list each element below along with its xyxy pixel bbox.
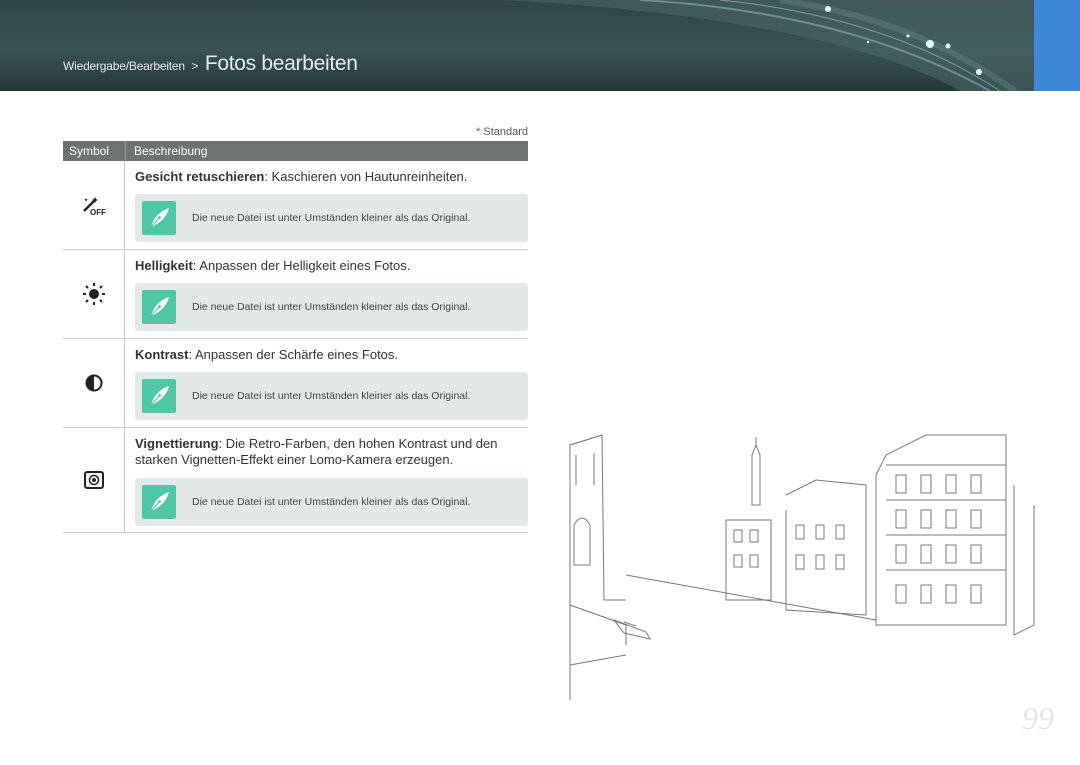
symbol-table: Symbol Beschreibung OFF Gesicht retuschi… [63, 141, 528, 533]
note-text: Die neue Datei ist unter Umständen klein… [192, 496, 471, 508]
note-box: Die neue Datei ist unter Umständen klein… [135, 194, 528, 242]
vignetting-icon [83, 471, 104, 489]
decorative-swoosh [500, 0, 1034, 91]
symbol-cell [63, 250, 125, 338]
page-number: 99 [1022, 700, 1054, 736]
row-description: Helligkeit: Anpassen der Helligkeit eine… [135, 258, 411, 273]
row-description: Kontrast: Anpassen der Schärfe eines Fot… [135, 347, 399, 362]
table-row: Helligkeit: Anpassen der Helligkeit eine… [63, 250, 528, 339]
header-banner: Wiedergabe/Bearbeiten > Fotos bearbeiten [0, 0, 1034, 91]
svg-text:OFF: OFF [90, 208, 106, 216]
breadcrumb-separator: > [191, 59, 199, 73]
accent-tab [1034, 0, 1080, 91]
note-text: Die neue Datei ist unter Umständen klein… [192, 212, 471, 224]
row-description: Gesicht retuschieren: Kaschieren von Hau… [135, 169, 468, 184]
note-pen-icon [142, 379, 176, 413]
note-box: Die neue Datei ist unter Umständen klein… [135, 283, 528, 331]
symbol-cell [63, 339, 125, 427]
symbol-cell: OFF [63, 161, 125, 249]
note-pen-icon [142, 201, 176, 235]
column-header-symbol: Symbol [69, 144, 110, 158]
city-canal-illustration [569, 434, 1035, 700]
table-row: OFF Gesicht retuschieren: Kaschieren von… [63, 161, 528, 250]
note-box: Die neue Datei ist unter Umständen klein… [135, 478, 528, 526]
face-retouch-off-icon: OFF [82, 197, 106, 216]
note-pen-icon [142, 485, 176, 519]
breadcrumb: Wiedergabe/Bearbeiten > Fotos bearbeiten [63, 52, 358, 76]
column-divider [125, 141, 126, 161]
page-title: Fotos bearbeiten [204, 52, 358, 75]
table-header: Symbol Beschreibung [63, 141, 528, 161]
column-header-description: Beschreibung [134, 144, 208, 158]
table-row: Kontrast: Anpassen der Schärfe eines Fot… [63, 339, 528, 428]
standard-note: * Standard [476, 126, 528, 138]
row-description: Vignettierung: Die Retro-Farben, den hoh… [135, 436, 498, 467]
note-text: Die neue Datei ist unter Umständen klein… [192, 301, 471, 313]
note-box: Die neue Datei ist unter Umständen klein… [135, 372, 528, 420]
table-row: Vignettierung: Die Retro-Farben, den hoh… [63, 428, 528, 533]
brightness-icon [82, 283, 105, 305]
note-text: Die neue Datei ist unter Umständen klein… [192, 390, 471, 402]
breadcrumb-parent[interactable]: Wiedergabe/Bearbeiten [63, 59, 185, 73]
note-pen-icon [142, 290, 176, 324]
contrast-icon [85, 374, 102, 392]
symbol-cell [63, 428, 125, 532]
